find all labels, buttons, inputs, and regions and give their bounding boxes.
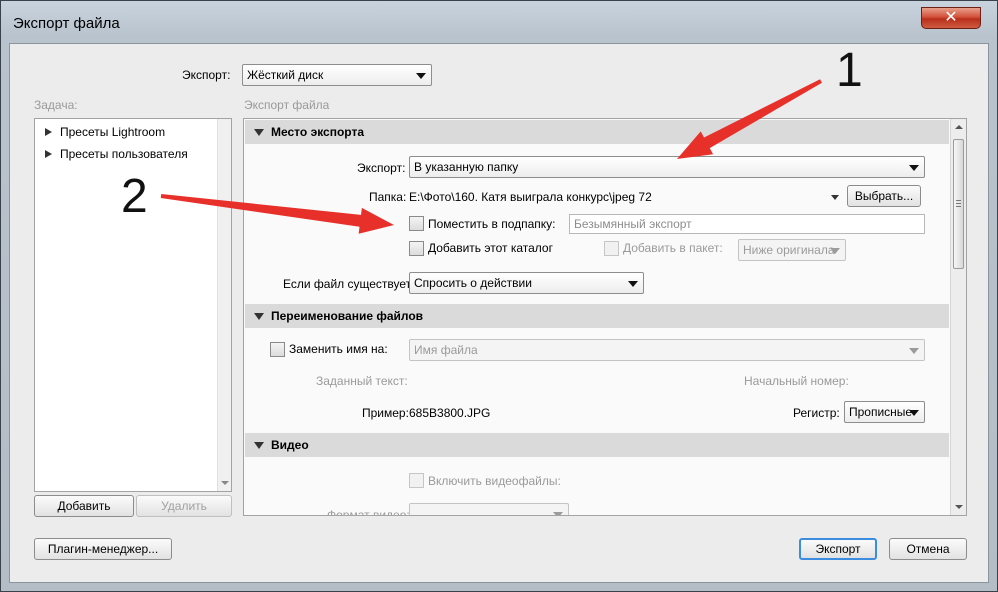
location-export-label: Экспорт:: [357, 161, 406, 175]
export-button[interactable]: Экспорт: [799, 538, 877, 560]
tree-item-lightroom-presets[interactable]: Пресеты Lightroom: [45, 123, 165, 141]
task-label: Задача:: [34, 98, 78, 112]
chevron-down-icon: [628, 281, 638, 287]
tree-scrollbar[interactable]: [217, 119, 231, 491]
add-preset-button[interactable]: Добавить: [34, 495, 134, 517]
chevron-down-icon: [909, 165, 919, 171]
window-title: Экспорт файла: [13, 15, 120, 32]
add-to-stack-label: Добавить в пакет:: [623, 241, 723, 255]
stack-position-value: Ниже оригинала: [743, 243, 835, 257]
case-label: Регистр:: [793, 406, 840, 420]
rename-checkbox[interactable]: [270, 342, 285, 357]
chevron-down-icon: [553, 512, 563, 515]
section-title: Переименование файлов: [271, 309, 424, 323]
location-export-dropdown[interactable]: В указанную папку: [409, 156, 925, 178]
choose-folder-button[interactable]: Выбрать...: [847, 185, 921, 207]
rename-template-value: Имя файла: [414, 343, 478, 357]
remove-preset-button[interactable]: Удалить: [136, 495, 232, 517]
subfolder-name-input[interactable]: Безымянный экспорт: [569, 214, 925, 234]
add-catalog-checkbox[interactable]: [409, 241, 424, 256]
location-export-value: В указанную папку: [414, 160, 519, 174]
example-label: Пример:: [362, 406, 409, 420]
title-bar: Экспорт файла ✕: [1, 1, 997, 43]
if-exists-value: Спросить о действии: [414, 276, 532, 290]
stack-position-dropdown[interactable]: Ниже оригинала: [738, 239, 846, 261]
collapse-triangle-icon: [254, 442, 264, 449]
chevron-down-icon: [830, 248, 840, 254]
expand-arrow-icon[interactable]: [45, 128, 52, 136]
collapse-triangle-icon: [254, 129, 264, 136]
if-exists-dropdown[interactable]: Спросить о действии: [409, 272, 644, 294]
scroll-up-icon[interactable]: [955, 125, 963, 129]
export-dialog: Экспорт файла ✕ Экспорт: Жёсткий диск За…: [0, 0, 998, 592]
scroll-thumb[interactable]: [953, 139, 964, 269]
cancel-button[interactable]: Отмена: [889, 538, 967, 560]
folder-history-arrow-icon[interactable]: [831, 195, 839, 200]
collapse-triangle-icon: [254, 313, 264, 320]
section-export-location[interactable]: Место экспорта: [245, 120, 949, 144]
scroll-down-icon[interactable]: [955, 505, 963, 509]
plugin-manager-button[interactable]: Плагин-менеджер...: [34, 538, 172, 560]
export-file-label: Экспорт файла: [244, 98, 330, 112]
case-dropdown[interactable]: Прописные: [844, 401, 925, 423]
folder-path: E:\Фото\160. Катя выиграла конкурс\jpeg …: [409, 190, 652, 204]
annotation-number-2: 2: [121, 170, 148, 223]
export-to-value: Жёсткий диск: [247, 68, 324, 82]
chevron-down-icon: [909, 410, 919, 416]
subfolder-label: Поместить в подпапку:: [428, 217, 556, 231]
grip-icon: [956, 200, 961, 201]
include-video-label: Включить видеофайлы:: [428, 474, 561, 488]
start-number-label: Начальный номер:: [744, 374, 849, 388]
rename-template-dropdown[interactable]: Имя файла: [409, 339, 925, 361]
settings-panel: Место экспорта Экспорт: В указанную папк…: [243, 118, 967, 516]
dialog-body: Экспорт: Жёсткий диск Задача: Пресеты Li…: [9, 43, 989, 583]
export-to-label: Экспорт:: [182, 68, 231, 82]
settings-scrollbar[interactable]: [950, 119, 966, 515]
expand-arrow-icon[interactable]: [45, 150, 52, 158]
chevron-down-icon: [416, 73, 426, 79]
if-exists-label: Если файл существует:: [283, 277, 415, 291]
export-to-dropdown[interactable]: Жёсткий диск: [242, 64, 432, 86]
section-title: Видео: [271, 438, 309, 452]
section-title: Место экспорта: [271, 125, 365, 139]
section-video[interactable]: Видео: [245, 433, 949, 457]
tree-item-user-presets[interactable]: Пресеты пользователя: [45, 145, 188, 163]
video-format-dropdown[interactable]: [409, 503, 569, 515]
close-button[interactable]: ✕: [921, 7, 981, 29]
case-value: Прописные: [849, 405, 913, 419]
example-value: 685B3800.JPG: [409, 406, 491, 420]
chevron-down-icon: [909, 348, 919, 354]
rename-label: Заменить имя на:: [289, 342, 388, 356]
subfolder-checkbox[interactable]: [409, 216, 424, 231]
custom-text-label: Заданный текст:: [316, 374, 408, 388]
add-catalog-label: Добавить этот каталог: [428, 241, 553, 255]
tree-item-label: Пресеты Lightroom: [60, 125, 166, 139]
include-video-checkbox[interactable]: [409, 473, 424, 488]
section-file-naming[interactable]: Переименование файлов: [245, 304, 949, 328]
annotation-number-1: 1: [836, 44, 863, 97]
add-to-stack-checkbox[interactable]: [604, 241, 619, 256]
scroll-down-icon[interactable]: [221, 481, 229, 485]
tree-item-label: Пресеты пользователя: [60, 147, 188, 161]
video-format-label: Формат видео:: [327, 508, 410, 516]
folder-label: Папка:: [369, 190, 407, 204]
